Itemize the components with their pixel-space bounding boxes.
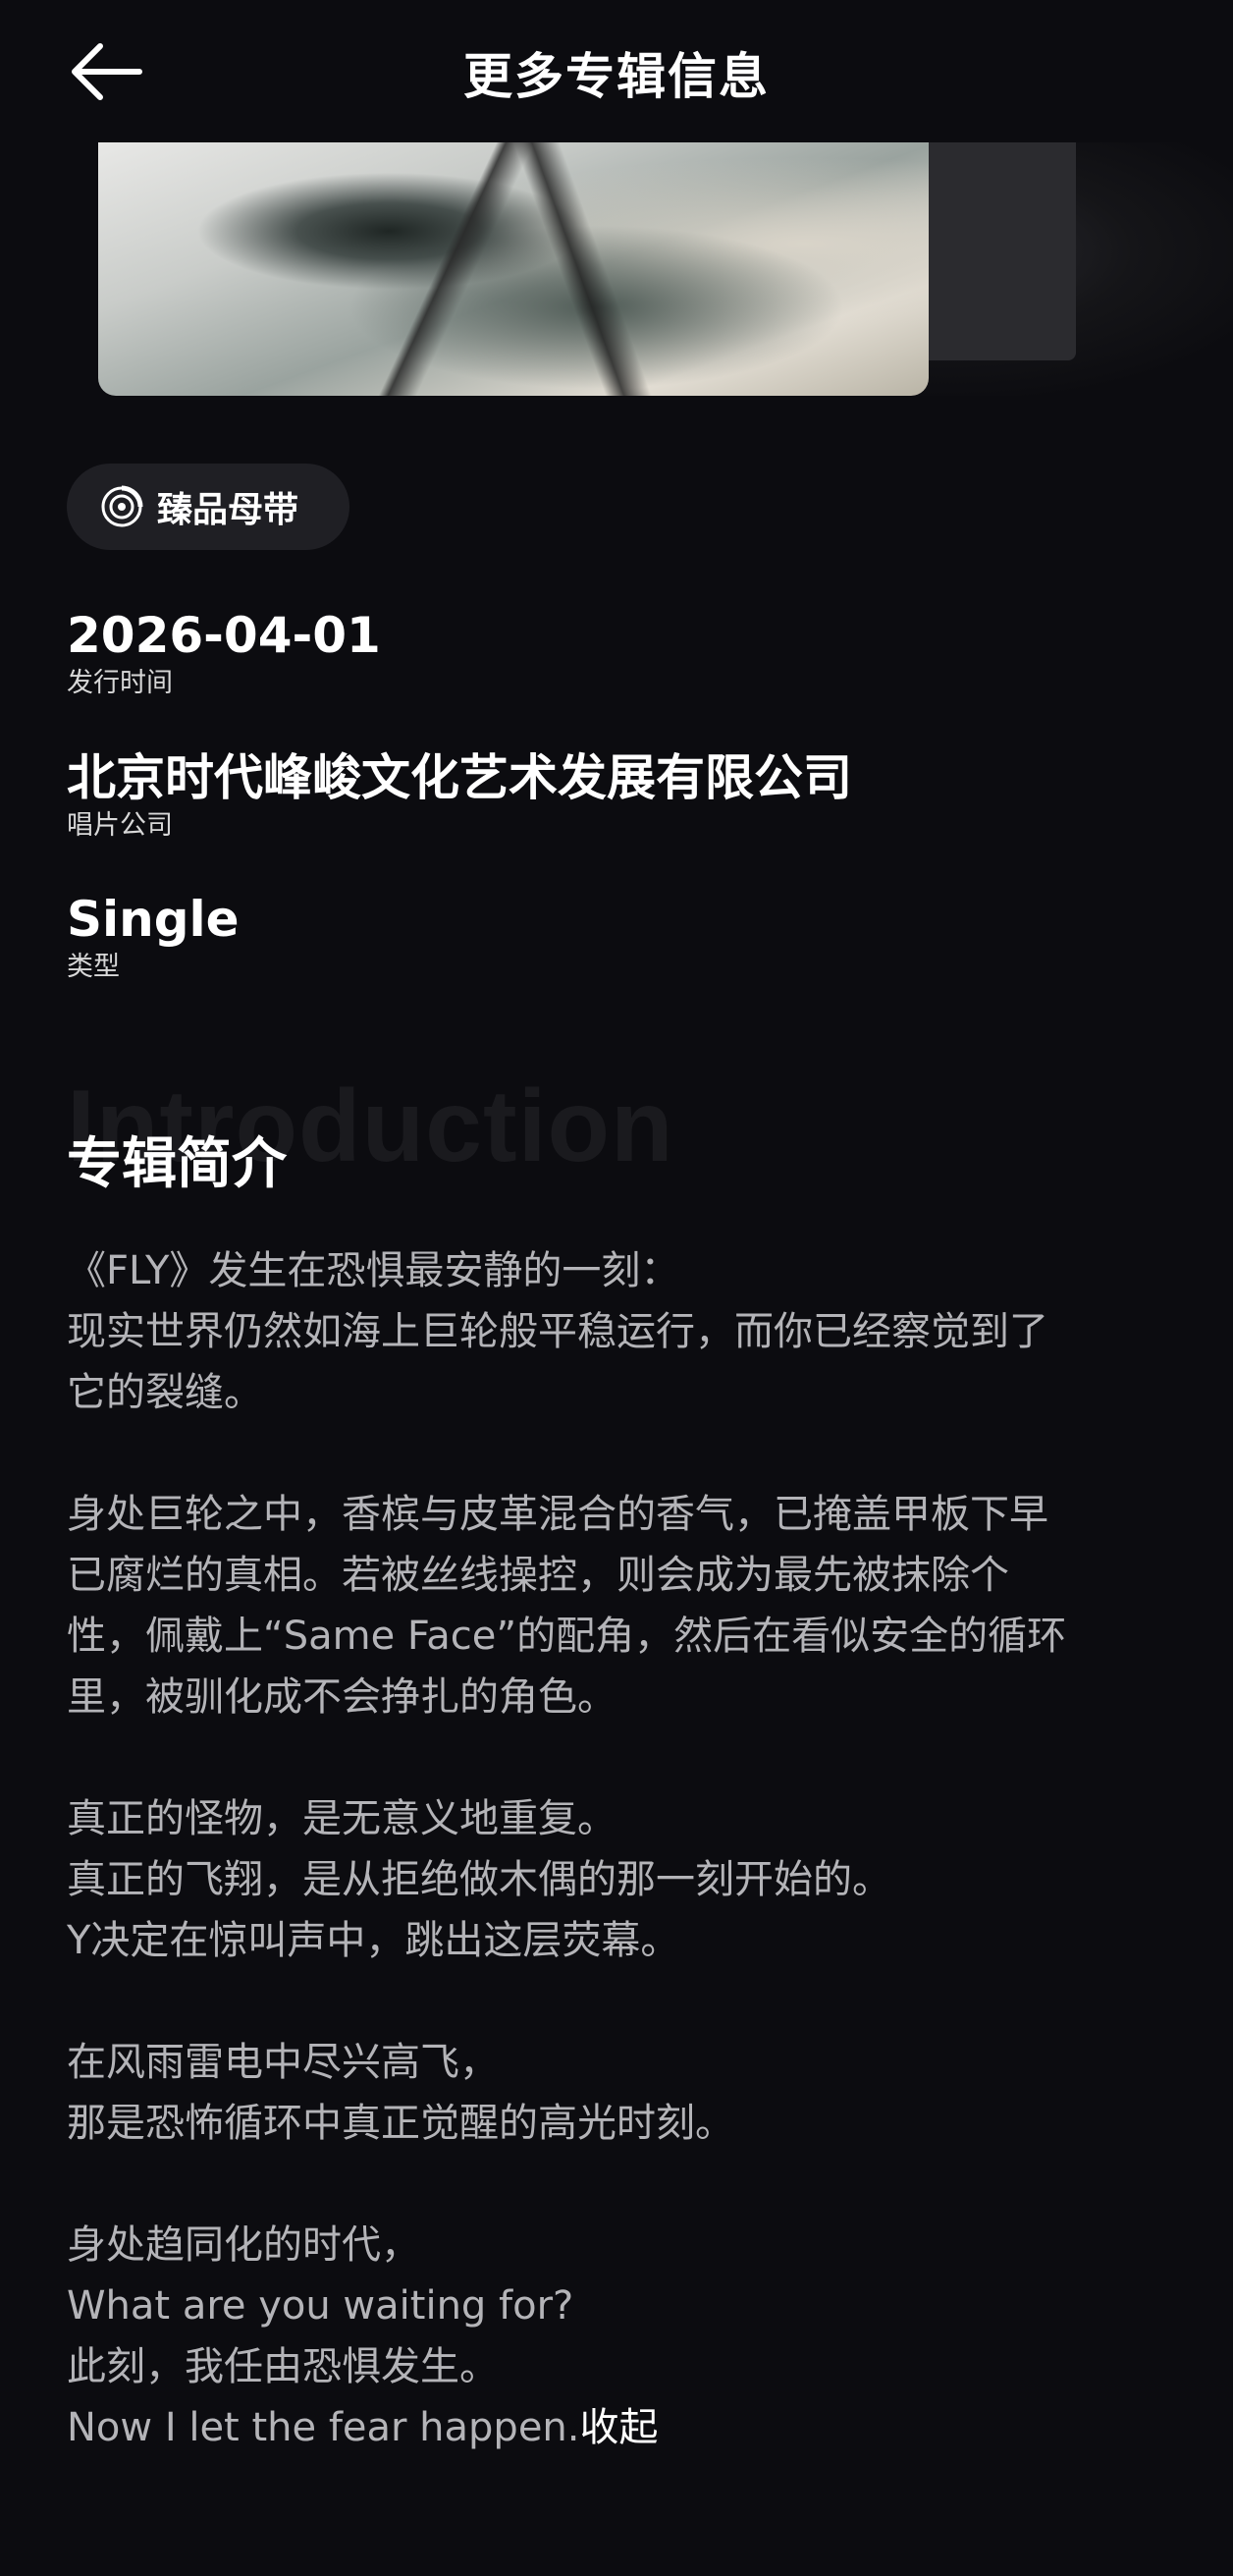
desc-line: 《FLY》发生在恐惧最安静的一刻：	[67, 1248, 680, 1293]
record-company-label: 唱片公司	[67, 810, 173, 841]
release-date-block: 2026-04-01 发行时间	[67, 606, 381, 700]
release-date-value: 2026-04-01	[67, 607, 381, 664]
desc-line: Y决定在惊叫声中，跳出这层荧幕。	[67, 1918, 680, 1963]
album-type-block: Single 类型	[67, 890, 240, 984]
intro-title: 专辑简介	[67, 1132, 287, 1196]
record-company-block: 北京时代峰峻文化艺术发展有限公司 唱片公司	[67, 748, 852, 843]
page-title: 更多专辑信息	[463, 48, 770, 105]
desc-line: 身处趋同化的时代，	[67, 2222, 420, 2268]
desc-line: 此刻，我任由恐惧发生。	[67, 2344, 499, 2389]
desc-line: 现实世界仍然如海上巨轮般平稳运行，而你已经察觉到了	[67, 1309, 1048, 1354]
desc-line: 性，佩戴上“Same Face”的配角，然后在看似安全的循环	[67, 1614, 1067, 1659]
desc-line: 真正的怪物，是无意义地重复。	[67, 1796, 616, 1841]
desc-line: What are you waiting for?	[67, 2283, 574, 2329]
album-cover-area	[98, 133, 1233, 396]
master-tape-icon	[101, 485, 143, 527]
desc-line: 里，被驯化成不会挣扎的角色。	[67, 1674, 616, 1720]
album-type-value: Single	[67, 891, 240, 948]
release-date-label: 发行时间	[67, 668, 173, 698]
desc-line: 身处巨轮之中，香槟与皮革混合的香气，已掩盖甲板下早	[67, 1492, 1048, 1537]
app-header: 更多专辑信息	[0, 0, 1233, 142]
record-company-value: 北京时代峰峻文化艺术发展有限公司	[67, 749, 852, 806]
desc-line: 在风雨雷电中尽兴高飞，	[67, 2040, 499, 2085]
album-description: 《FLY》发生在恐惧最安静的一刻： 现实世界仍然如海上巨轮般平稳运行，而你已经察…	[67, 1240, 1166, 2458]
desc-line: 已腐烂的真相。若被丝线操控，则会成为最先被抹除个	[67, 1553, 1009, 1598]
desc-line: Now I let the fear happen.	[67, 2405, 580, 2450]
desc-line: 它的裂缝。	[67, 1370, 263, 1415]
collapse-button[interactable]: 收起	[580, 2405, 659, 2450]
desc-line: 真正的飞翔，是从拒绝做木偶的那一刻开始的。	[67, 1857, 891, 1902]
master-quality-badge[interactable]: 臻品母带	[67, 464, 349, 550]
desc-last-line: Now I let the fear happen.收起	[67, 2397, 1166, 2458]
album-sleeve-edge	[913, 142, 1076, 360]
album-type-label: 类型	[67, 952, 120, 982]
album-cover-image[interactable]	[98, 142, 929, 396]
badge-label: 臻品母带	[157, 490, 299, 530]
desc-line: 那是恐怖循环中真正觉醒的高光时刻。	[67, 2101, 734, 2146]
